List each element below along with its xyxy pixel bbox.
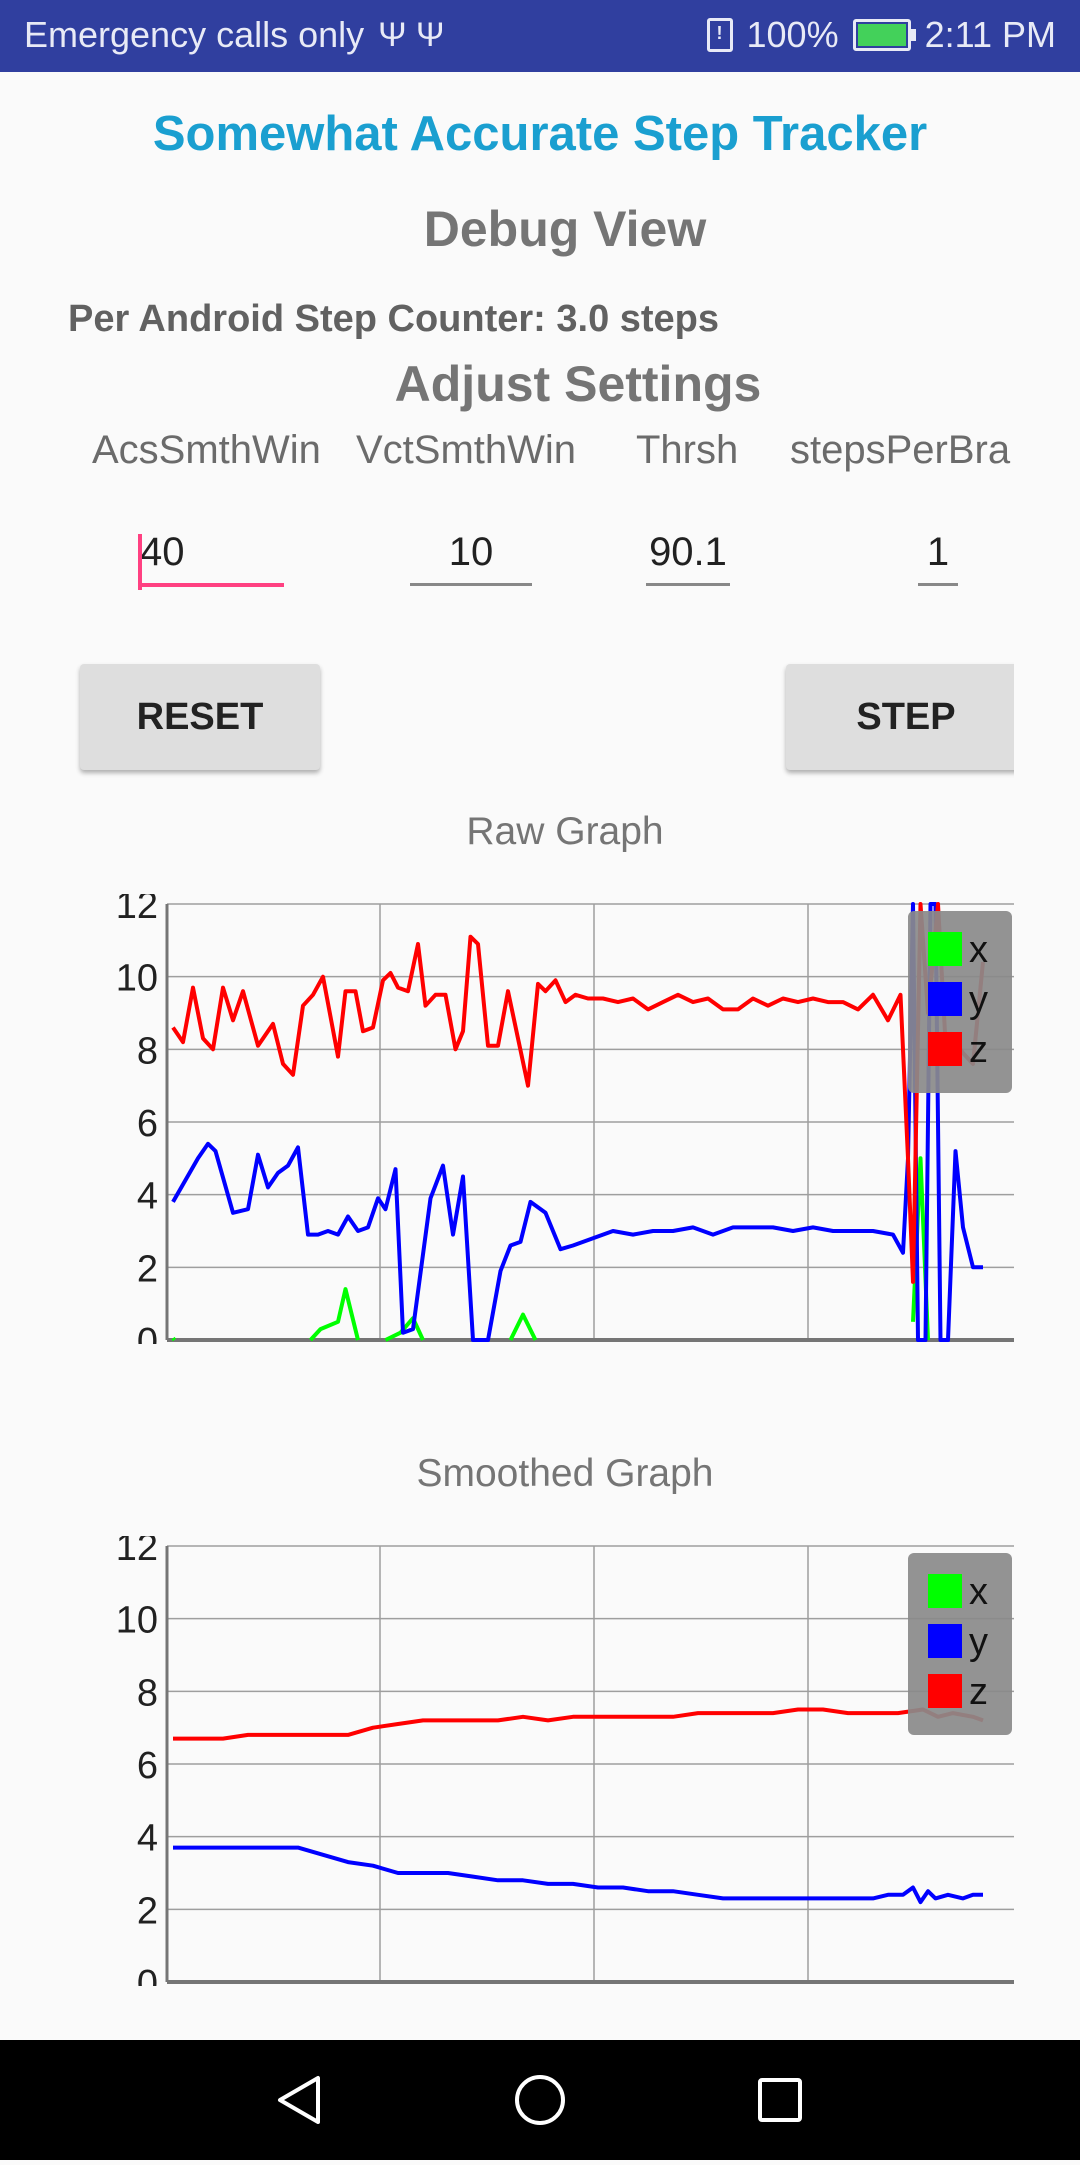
y-tick-label: 8 [137,1672,158,1714]
home-icon [515,2075,565,2125]
legend-swatch-y [928,1624,962,1658]
step-button[interactable]: STEP [786,664,1014,770]
thrsh-value: 90.1 [649,530,727,574]
text-cursor [138,534,142,590]
legend-swatch-x [928,1574,962,1608]
legend-label-z: z [969,1029,988,1071]
stepsperbra-value: 1 [926,530,950,574]
y-tick-label: 8 [137,1030,158,1072]
raw-graph-title: Raw Graph [466,810,664,853]
acssmthwin-input[interactable]: 40 [138,530,284,590]
recents-icon [758,2078,802,2122]
legend-label-y: y [969,979,988,1021]
stepsperbra-input[interactable]: 1 [918,530,958,586]
back-button[interactable] [240,2040,360,2160]
legend-swatch-y [928,982,962,1016]
y-tick-label: 4 [137,1818,158,1860]
y-tick-label: 0 [137,1963,158,1986]
raw-graph: 0 2 4 6 8 10 12 xyz [116,894,1014,1344]
y-tick-label: 0 [137,1321,158,1344]
y-tick-label: 12 [116,894,158,927]
legend: xyz [908,911,1012,1093]
y-tick-label: 10 [116,958,158,1000]
legend-swatch-z [928,1674,962,1708]
y-tick-label: 10 [116,1600,158,1642]
vctsmthwin-input[interactable]: 10 [410,530,532,586]
navigation-bar [0,2040,1080,2160]
y-tick-label: 12 [116,1536,158,1569]
smoothed-graph-title: Smoothed Graph [416,1452,714,1495]
series-x-line [309,1287,360,1342]
y-tick-label: 6 [137,1745,158,1787]
series-x-line [508,1312,538,1341]
legend-label-y: y [969,1621,988,1663]
series-z-line [171,902,985,1284]
legend-label-x: x [969,929,988,971]
y-tick-label: 2 [137,1248,158,1290]
recents-button[interactable] [720,2040,840,2160]
smoothed-graph: 0 2 4 6 8 10 12 xyz [116,1536,1014,1986]
setting-label-stepsperbra: stepsPerBra [790,428,1011,472]
series-z-line [173,1707,984,1741]
setting-label-thrsh: Thrsh [636,428,739,472]
thrsh-input[interactable]: 90.1 [646,530,730,586]
y-tick-label: 4 [137,1176,158,1218]
back-icon [278,2076,320,2124]
acssmthwin-value: 40 [140,530,185,574]
vctsmthwin-value: 10 [448,530,494,574]
legend: xyz [908,1553,1012,1735]
home-button[interactable] [480,2040,600,2160]
setting-label-vctsmthwin: VctSmthWin [356,428,577,472]
legend-swatch-z [928,1032,962,1066]
legend-label-z: z [969,1671,988,1713]
legend-label-x: x [969,1571,988,1613]
legend-swatch-x [928,932,962,966]
setting-label-acssmthwin: AcsSmthWin [92,428,321,472]
series-y-line [173,1845,983,1905]
reset-button[interactable]: RESET [80,664,320,770]
series-x-line [171,1336,177,1342]
y-tick-label: 6 [137,1103,158,1145]
y-tick-label: 2 [137,1890,158,1932]
